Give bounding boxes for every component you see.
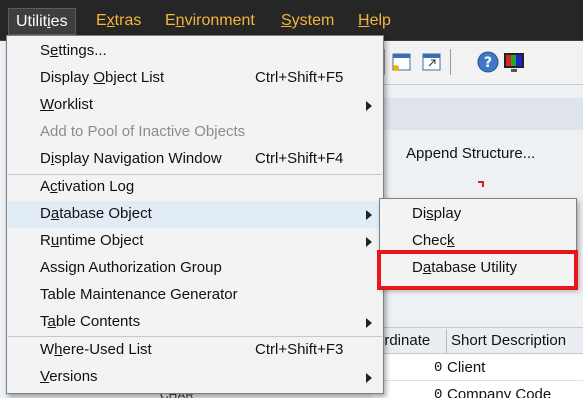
- menu-item-table-maintenance-generator[interactable]: Table Maintenance Generator: [8, 282, 382, 309]
- shortcut-label: Ctrl+Shift+F5: [255, 69, 344, 86]
- menu-item-activation-log[interactable]: Activation Log: [8, 174, 382, 201]
- menu-item-settings[interactable]: Settings...: [8, 38, 382, 65]
- toolbar-separator: [450, 49, 451, 75]
- required-field-marker: [478, 181, 484, 187]
- toolbar-separator: [384, 49, 385, 75]
- menu-item-display-object-list[interactable]: Display Object List Ctrl+Shift+F5: [8, 65, 382, 92]
- table-cell-description: Company Code: [447, 386, 552, 398]
- menu-item-where-used-list[interactable]: Where-Used List Ctrl+Shift+F3: [8, 337, 382, 364]
- submenu-arrow-icon: [366, 210, 372, 220]
- table-cell-coordinate: 0: [434, 387, 443, 398]
- table-cell-description: Client: [447, 359, 486, 376]
- submenu-arrow-icon: [366, 237, 372, 247]
- column-divider: [446, 329, 447, 353]
- menu-item-assign-authorization-group[interactable]: Assign Authorization Group: [8, 255, 382, 282]
- title-band: [380, 98, 583, 130]
- table-cell-coordinate: 0: [434, 360, 443, 376]
- monitor-icon[interactable]: [502, 50, 526, 74]
- help-icon[interactable]: ?: [476, 50, 500, 74]
- menu-item-versions[interactable]: Versions: [8, 364, 382, 391]
- shortcut-label: Ctrl+Shift+F4: [255, 150, 344, 167]
- utilities-dropdown: Settings... Display Object List Ctrl+Shi…: [6, 35, 384, 394]
- menu-item-worklist[interactable]: Worklist: [8, 92, 382, 119]
- menu-extras[interactable]: Extras: [96, 10, 141, 32]
- menu-item-table-contents[interactable]: Table Contents: [8, 309, 382, 336]
- menu-item-database-object[interactable]: Database Object: [8, 201, 382, 228]
- menu-utilities[interactable]: Utilities: [8, 8, 76, 35]
- menu-item-runtime-object[interactable]: Runtime Object: [8, 228, 382, 255]
- column-header-coordinate[interactable]: ordinate: [376, 332, 430, 349]
- menu-help[interactable]: Help: [358, 10, 391, 32]
- menu-system[interactable]: System: [281, 10, 334, 32]
- svg-text:?: ?: [484, 55, 492, 71]
- create-icon[interactable]: [390, 50, 414, 74]
- submenu-arrow-icon: [366, 318, 372, 328]
- menu-item-display-navigation-window[interactable]: Display Navigation Window Ctrl+Shift+F4: [8, 146, 382, 173]
- menu-item-add-to-pool: Add to Pool of Inactive Objects: [40, 123, 246, 140]
- toolbar: ?: [380, 41, 583, 85]
- append-structure-button[interactable]: Append Structure...: [406, 145, 535, 162]
- menu-environment[interactable]: Environment: [165, 10, 255, 32]
- submenu-item-display[interactable]: Display: [381, 201, 575, 227]
- column-header-short-description[interactable]: Short Description: [451, 332, 566, 349]
- submenu-arrow-icon: [366, 373, 372, 383]
- open-icon[interactable]: [420, 50, 444, 74]
- shortcut-label: Ctrl+Shift+F3: [255, 341, 344, 358]
- highlight-annotation-box: [377, 250, 578, 290]
- submenu-arrow-icon: [366, 101, 372, 111]
